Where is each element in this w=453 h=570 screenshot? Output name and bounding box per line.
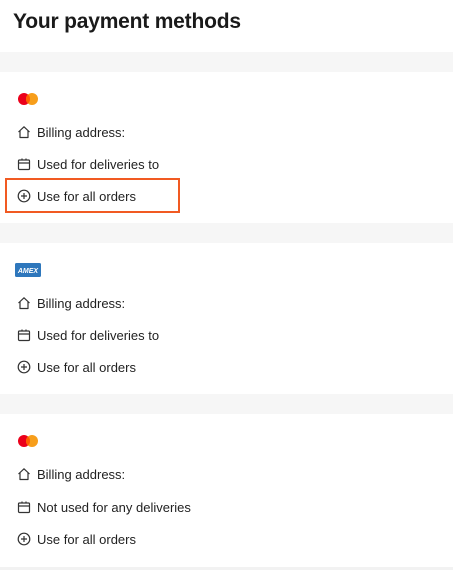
use-for-all-orders-label: Use for all orders bbox=[37, 359, 136, 375]
section-divider bbox=[0, 52, 453, 72]
home-icon bbox=[17, 467, 31, 481]
package-icon bbox=[17, 500, 31, 514]
section-divider bbox=[0, 394, 453, 414]
home-icon bbox=[17, 296, 31, 310]
deliveries-row: Used for deliveries to bbox=[17, 154, 159, 174]
billing-address-row: Billing address: bbox=[17, 122, 125, 142]
section-divider bbox=[0, 223, 453, 243]
package-icon bbox=[17, 328, 31, 342]
package-icon bbox=[17, 157, 31, 171]
deliveries-label: Used for deliveries to bbox=[37, 156, 160, 172]
plus-circle-icon bbox=[17, 532, 31, 546]
deliveries-label: Used for deliveries to bbox=[37, 327, 160, 343]
plus-circle-icon bbox=[17, 360, 31, 374]
billing-address-label: Billing address: bbox=[37, 295, 126, 311]
home-icon bbox=[17, 125, 31, 139]
highlight-box bbox=[5, 178, 180, 213]
use-for-all-orders-button[interactable]: Use for all orders bbox=[17, 357, 136, 377]
billing-address-label: Billing address: bbox=[37, 124, 126, 140]
billing-address-row: Billing address: bbox=[17, 293, 125, 313]
use-for-all-orders-button[interactable]: Use for all orders bbox=[17, 529, 136, 549]
billing-address-row: Billing address: bbox=[17, 464, 125, 484]
mastercard-logo bbox=[17, 434, 39, 453]
mastercard-logo bbox=[17, 92, 39, 111]
amex-logo-text: AMEX bbox=[17, 268, 40, 275]
billing-address-label: Billing address: bbox=[37, 466, 126, 482]
page-title: Your payment methods bbox=[13, 10, 241, 33]
use-for-all-orders-label: Use for all orders bbox=[37, 531, 136, 547]
deliveries-row: Not used for any deliveries bbox=[17, 497, 191, 517]
amex-logo: AMEX bbox=[15, 263, 41, 282]
deliveries-row: Used for deliveries to bbox=[17, 325, 159, 345]
deliveries-label: Not used for any deliveries bbox=[37, 499, 191, 515]
